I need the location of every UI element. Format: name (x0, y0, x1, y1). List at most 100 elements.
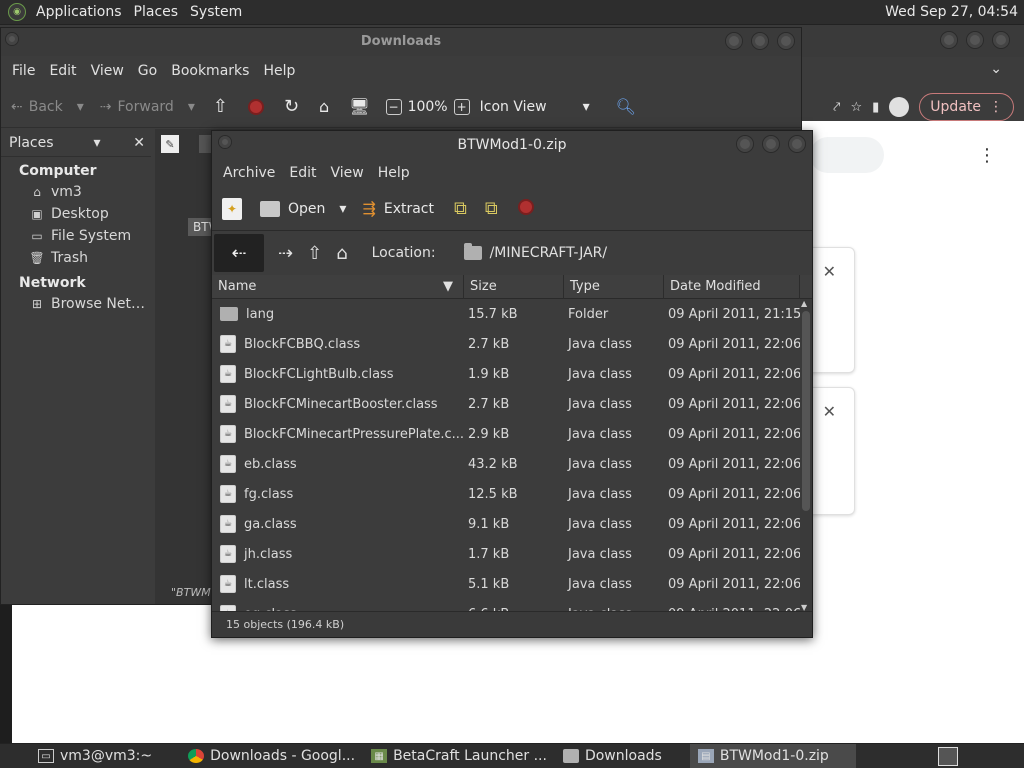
table-row[interactable]: ☕︎ BlockFCMinecartBooster.class 2.7 kB Java… (212, 389, 800, 419)
menu-archive[interactable]: Archive (216, 165, 282, 181)
task-betacraft[interactable]: ▦ BetaCraft Launcher ... (363, 744, 555, 768)
table-row[interactable]: lang 15.7 kB Folder 09 April 2011, 21:15 (212, 299, 800, 329)
table-row[interactable]: ☕︎ jh.class 1.7 kB Java class 09 April 2011,… (212, 539, 800, 569)
stop-button[interactable] (517, 198, 534, 219)
new-archive-button[interactable]: ✦ (222, 197, 242, 220)
minimize-button[interactable] (725, 32, 743, 50)
close-button[interactable] (777, 32, 795, 50)
minimize-button[interactable] (736, 135, 754, 153)
window-menu-button[interactable] (218, 135, 232, 149)
clock[interactable]: Wed Sep 27, 04:54 (885, 4, 1018, 20)
arrow-left-icon: ⇠ (231, 242, 247, 264)
sidebar-item-trash[interactable]: 🗑︎ Trash (1, 247, 151, 269)
menu-go[interactable]: Go (131, 63, 164, 79)
extract-button[interactable]: ⇶ Extract (362, 199, 434, 218)
close-icon[interactable]: ✕ (823, 262, 836, 281)
archive-titlebar[interactable]: BTWMod1-0.zip (212, 131, 812, 159)
cell-size: 1.9 kB (468, 366, 510, 382)
minimize-button[interactable] (940, 31, 958, 49)
close-button[interactable] (992, 31, 1010, 49)
table-row[interactable]: ☕︎ eb.class 43.2 kB Java class 09 April 2011… (212, 449, 800, 479)
search-button[interactable]: 🔍︎ (616, 97, 636, 116)
table-row[interactable]: ☕︎ BlockFCBBQ.class 2.7 kB Java class 09 Apr… (212, 329, 800, 359)
maximize-button[interactable] (751, 32, 769, 50)
close-button[interactable] (788, 135, 806, 153)
menu-help[interactable]: Help (371, 165, 417, 181)
menu-edit[interactable]: Edit (282, 165, 323, 181)
location-field[interactable]: /MINECRAFT-JAR/ (463, 243, 607, 261)
up-button[interactable]: ⇧ (307, 243, 322, 264)
search-pill[interactable] (810, 137, 884, 173)
kebab-menu-icon[interactable]: ⋮ (978, 145, 996, 166)
open-dropdown[interactable]: ▾ (339, 201, 346, 217)
column-header-size[interactable]: Size (464, 274, 564, 299)
menu-view[interactable]: View (324, 165, 371, 181)
column-header-type[interactable]: Type (564, 274, 664, 299)
table-row[interactable]: ☕︎ fg.class 12.5 kB Java class 09 April 2011… (212, 479, 800, 509)
view-mode-select[interactable]: Icon View ▾ (480, 99, 590, 115)
task-archive[interactable]: ▤ BTWMod1-0.zip (689, 743, 856, 768)
update-button[interactable]: Update ⋮ (919, 93, 1014, 121)
reload-button[interactable]: ↻ (284, 96, 299, 117)
table-row[interactable]: ☕︎ BlockFCMinecartPressurePlate.c... 2.9 k… (212, 419, 800, 449)
add-folder-button[interactable]: ⧉ (485, 198, 498, 219)
close-icon[interactable]: ✕ (133, 135, 145, 151)
system-menu[interactable]: System (184, 4, 248, 20)
table-row[interactable]: ☕︎ lt.class 5.1 kB Java class 09 April 2011,… (212, 569, 800, 599)
open-button[interactable]: Open (260, 200, 325, 217)
java-file-icon: ☕︎ (220, 575, 236, 593)
maximize-button[interactable] (762, 135, 780, 153)
task-chrome[interactable]: Downloads - Googl... (180, 744, 363, 768)
workspace-switcher[interactable] (938, 747, 958, 766)
downloads-titlebar[interactable]: Downloads (1, 28, 801, 56)
applications-menu[interactable]: Applications (30, 4, 128, 20)
back-button[interactable]: ⇠ Back ▾ (11, 99, 84, 115)
edit-icon[interactable]: ✎ (161, 135, 179, 153)
forward-button[interactable]: ⇢ Forward ▾ (100, 99, 195, 115)
sidebar-item-file-system[interactable]: ▭ File System (1, 225, 151, 247)
sidebar-item-vm3[interactable]: ⌂ vm3 (1, 181, 151, 203)
home-button[interactable]: ⌂ (336, 243, 347, 264)
file-list: lang 15.7 kB Folder 09 April 2011, 21:15 ☕︎ B… (212, 299, 800, 612)
vertical-scrollbar[interactable]: ▲ ▼ (800, 299, 812, 612)
task-downloads[interactable]: Downloads (555, 744, 670, 768)
sidebar-item-desktop[interactable]: ▣ Desktop (1, 203, 151, 225)
task-terminal[interactable]: ▭ vm3@vm3:~ (30, 744, 160, 768)
menu-edit[interactable]: Edit (42, 63, 83, 79)
chevron-down-icon[interactable]: ⌄ (990, 61, 1002, 77)
menu-bookmarks[interactable]: Bookmarks (164, 63, 256, 79)
table-row[interactable]: ☕︎ ga.class 9.1 kB Java class 09 April 2011,… (212, 509, 800, 539)
side-panel-icon[interactable]: ▮ (872, 100, 879, 115)
share-icon[interactable]: ⤤ (833, 100, 840, 115)
scroll-up-arrow[interactable]: ▲ (801, 299, 807, 308)
computer-button[interactable]: 🖥 (349, 97, 369, 116)
places-selector[interactable]: Places ▾ (9, 135, 101, 151)
stop-button[interactable] (247, 98, 264, 115)
file-name: BlockFCMinecartPressurePlate.c... (244, 426, 464, 442)
menu-help[interactable]: Help (256, 63, 302, 79)
star-icon[interactable]: ☆ (850, 100, 862, 115)
up-button[interactable]: ⇧ (213, 96, 228, 117)
menu-view[interactable]: View (84, 63, 131, 79)
back-button[interactable]: ⇠ (214, 234, 264, 272)
forward-button[interactable]: ⇢ (278, 243, 293, 264)
zoom-out-icon: − (385, 98, 402, 115)
window-title: BTWMod1-0.zip (457, 137, 567, 153)
mate-logo-icon[interactable]: ◉ (8, 3, 26, 21)
home-button[interactable]: ⌂ (319, 97, 329, 116)
zoom-in-icon: + (453, 98, 470, 115)
window-menu-button[interactable] (5, 32, 19, 46)
column-header-name[interactable]: Name ▼ (212, 274, 464, 299)
add-files-button[interactable]: ⧉ (454, 198, 467, 219)
avatar[interactable] (889, 97, 910, 117)
maximize-button[interactable] (966, 31, 984, 49)
close-icon[interactable]: ✕ (823, 402, 836, 421)
table-row[interactable]: ☕︎ BlockFCLightBulb.class 1.9 kB Java class… (212, 359, 800, 389)
view-mode-label: Icon View (479, 98, 547, 115)
menu-file[interactable]: File (5, 63, 42, 79)
places-menu[interactable]: Places (128, 4, 185, 20)
column-header-date[interactable]: Date Modified (664, 274, 800, 299)
scroll-thumb[interactable] (802, 311, 810, 511)
sidebar-item-browse-network[interactable]: ⊞ Browse Net… (1, 293, 151, 315)
zoom-control[interactable]: − 100% + (385, 98, 470, 115)
